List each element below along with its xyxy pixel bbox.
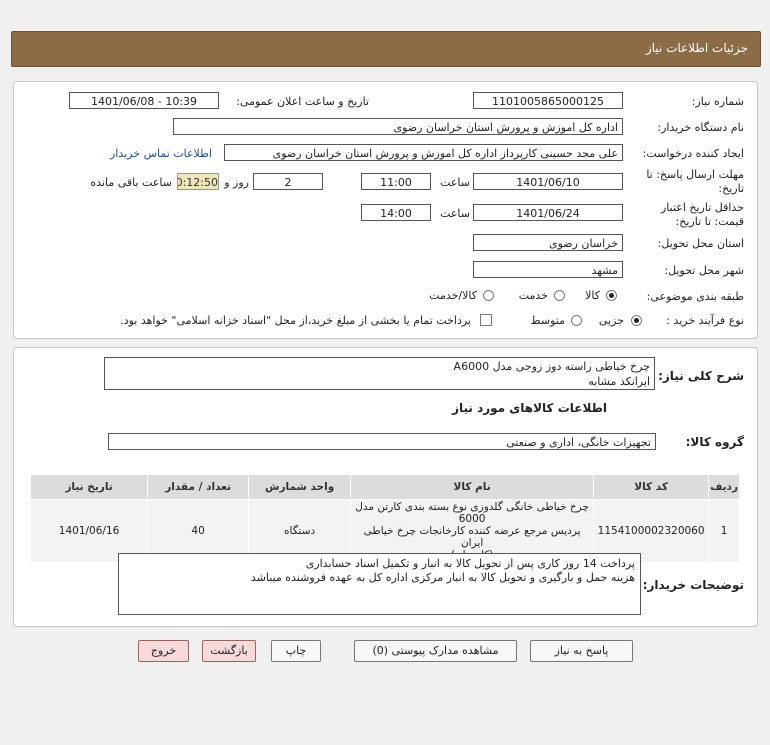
remaining-timer: 00:12:50 [177,173,219,190]
days-field: 2 [253,173,323,190]
process-label: نوع فرآیند خرید : [666,314,744,327]
category-radio-goods[interactable] [606,290,617,301]
back-button[interactable]: بازگشت [202,640,256,662]
validity-date-field: 1401/06/24 [473,204,623,221]
cell-name-line2: پردیس مرجع عرضه کننده کارخانجات چرخ خیاط… [363,525,581,549]
summary-line2: ایرانکد مشابه [588,375,650,388]
buyer-notes-line1: پرداخت 14 روز کاری پس از تحویل کالا به ا… [305,557,635,570]
reply-button[interactable]: پاسخ به نیاز [530,640,633,662]
goods-group-field: تجهیزات خانگی، اداری و صنعتی [108,433,656,450]
goods-section-title: اطلاعات کالاهای مورد نیاز [452,401,607,415]
buyer-label: نام دستگاه خریدار: [657,121,744,134]
validity-time-label: ساعت [440,207,470,220]
creator-field: علی مجد حسینی کارپرداز اداره کل اموزش و … [224,144,623,161]
col-name: نام کالا [350,474,595,500]
category-option-service: خدمت [518,289,548,302]
goods-group-label: گروه کالا: [685,435,744,449]
process-radio-medium[interactable] [571,315,582,326]
deadline-label-line1: مهلت ارسال پاسخ: تا [646,168,744,181]
announce-label: تاریخ و ساعت اعلان عمومی: [236,95,369,108]
buyer-notes-box: پرداخت 14 روز کاری پس از تحویل کالا به ا… [118,553,641,615]
validity-label: حداقل تاریخ اعتبار قیمت: تا تاریخ: [661,201,744,229]
announce-field: 1401/06/08 - 10:39 [69,92,219,109]
process-option-medium: متوسط [530,314,565,327]
validity-time-field: 14:00 [361,204,431,221]
category-option-goods: کالا [585,289,600,302]
goods-table: ردیف کد کالا نام کالا واحد شمارش تعداد /… [29,474,740,563]
col-index: ردیف [708,474,740,500]
treasury-payment-checkbox[interactable] [480,314,492,326]
need-number-field: 1101005865000125 [473,92,623,109]
col-date: تاریخ نیاز [29,474,149,500]
print-button[interactable]: چاپ [271,640,321,662]
contact-buyer-link[interactable]: اطلاعات تماس خریدار [110,147,212,160]
deadline-time-field: 11:00 [361,173,431,190]
col-unit: واحد شمارش [248,474,352,500]
process-radio-minor[interactable] [631,315,642,326]
city-field: مشهد [473,261,623,278]
deadline-date-field: 1401/06/10 [473,173,623,190]
summary-box: چرخ خیاطی راسته دوز زوجی مدل A6000 ایران… [104,357,655,390]
deadline-time-label: ساعت [440,176,470,189]
deadline-label: مهلت ارسال پاسخ: تا تاریخ: [646,168,744,196]
cell-index: 1 [708,499,740,563]
province-field: خراسان رضوی [473,234,623,251]
creator-label: ایجاد کننده درخواست: [642,147,744,160]
buyer-field: اداره کل اموزش و پرورش استان خراسان رضوی [173,118,623,135]
province-label: استان محل تحویل: [657,237,744,250]
category-option-goods-service: کالا/خدمت [429,289,477,302]
category-radio-service[interactable] [554,290,565,301]
summary-label: شرح کلی نیاز: [658,369,744,383]
days-label: روز و [224,176,249,189]
validity-label-line1: حداقل تاریخ اعتبار [660,201,744,214]
page-header: جزئیات اطلاعات نیاز [11,31,761,67]
treasury-payment-note: پرداخت تمام یا بخشی از مبلغ خرید،از محل … [120,314,471,327]
cell-name-line1: چرخ خیاطی خانگی گلدوزی نوع بسته بندی کار… [355,501,589,525]
exit-button[interactable]: خروج [138,640,189,662]
category-label: طبقه بندی موضوعی: [646,290,744,303]
category-radio-goods-service[interactable] [483,290,494,301]
buyer-notes-label: توضیحات خریدار: [642,578,744,592]
attachments-button[interactable]: مشاهده مدارک پیوستی (0) [354,640,517,662]
col-qty: تعداد / مقدار [147,474,250,500]
goods-table-header: ردیف کد کالا نام کالا واحد شمارش تعداد /… [29,474,740,500]
process-option-minor: جزیی [598,314,624,327]
validity-label-line2: قیمت: تا تاریخ: [675,215,744,228]
page-title: جزئیات اطلاعات نیاز [645,41,748,55]
buyer-notes-line2: هزینه حمل و بارگیری و تحویل کالا به انبا… [250,571,635,584]
city-label: شهر محل تحویل: [664,264,744,277]
remaining-label: ساعت باقی مانده [90,176,172,189]
summary-line1: چرخ خیاطی راسته دوز زوجی مدل A6000 [453,360,650,373]
col-code: کد کالا [593,474,710,500]
need-number-label: شماره نیاز: [691,95,744,108]
deadline-label-line2: تاریخ: [718,182,744,195]
